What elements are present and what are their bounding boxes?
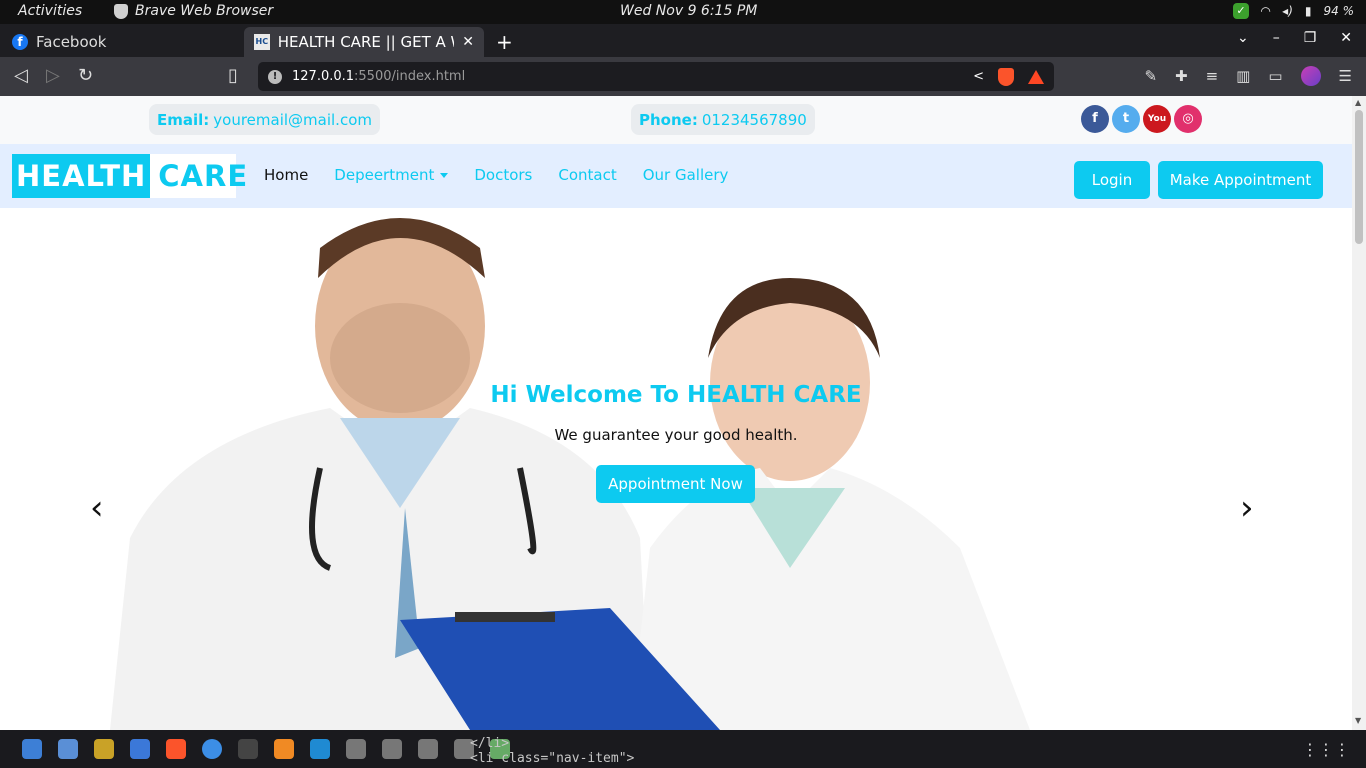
nav-department-label: Depeertment <box>334 166 435 184</box>
health-care-favicon-icon: HC <box>254 34 270 50</box>
app-name: Brave Web Browser <box>135 3 274 19</box>
forward-icon[interactable]: ▷ <box>46 65 60 86</box>
help-app-icon[interactable] <box>202 739 222 759</box>
background-code-snippet: </li> <li class="nav-item"> <box>470 736 634 766</box>
folder-icon[interactable] <box>58 739 78 759</box>
clock[interactable]: Wed Nov 9 6:15 PM <box>620 3 757 19</box>
system-tray[interactable]: ✓ ◠ ◂) ▮ 94 % <box>1232 3 1355 19</box>
phone-label: Phone: <box>639 110 698 129</box>
tab-facebook[interactable]: f Facebook <box>2 27 240 57</box>
twitter-icon[interactable]: t <box>1112 105 1140 133</box>
toolbar-icons: ✎ ✚ ≡ ▥ ▭ ☰ <box>1144 66 1352 86</box>
close-window-icon[interactable]: ✕ <box>1340 30 1352 46</box>
code-line-1: </li> <box>470 736 510 751</box>
disk-icon-2[interactable] <box>382 739 402 759</box>
nav-department-dropdown[interactable]: Depeertment <box>334 166 449 184</box>
tab-title: HEALTH CARE || GET A WO <box>277 33 455 51</box>
site-logo[interactable]: HEALTH CARE <box>12 154 247 198</box>
hero-carousel: Hi Welcome To HEALTH CARE We guarantee y… <box>0 208 1352 730</box>
battery-icon: ▮ <box>1304 4 1312 18</box>
pen-extension-icon[interactable]: ✎ <box>1144 67 1157 85</box>
nav-contact[interactable]: Contact <box>558 166 616 184</box>
volume-icon: ◂) <box>1282 4 1293 18</box>
social-links: f t You ◎ <box>1081 105 1202 133</box>
extension-badge-icon[interactable]: ✓ <box>1232 3 1249 19</box>
main-menu: Home Depeertment Doctors Contact Our Gal… <box>264 166 728 184</box>
code-line-2: <li class="nav-item"> <box>470 751 635 766</box>
window-controls: ⌄ – ❐ ✕ <box>1237 30 1352 46</box>
close-tab-icon[interactable]: ✕ <box>462 34 474 50</box>
media-icon[interactable]: ≡ <box>1206 67 1219 85</box>
nav-doctors[interactable]: Doctors <box>474 166 532 184</box>
bookmark-icon[interactable]: ▯ <box>228 65 238 86</box>
disk-icon-3[interactable] <box>418 739 438 759</box>
address-bar[interactable]: ! 127.0.0.1:5500/index.html < <box>258 62 1054 91</box>
maximize-icon[interactable]: ❐ <box>1304 30 1317 46</box>
site-navbar: HEALTH CARE Home Depeertment Doctors Con… <box>0 144 1352 208</box>
site-info-icon[interactable]: ! <box>268 69 282 84</box>
profile-avatar-icon[interactable] <box>1300 66 1321 86</box>
minimize-icon[interactable]: – <box>1273 30 1280 46</box>
email-pill: Email: youremail@mail.com <box>149 104 380 135</box>
document-app-icon[interactable] <box>130 739 150 759</box>
logo-part-care: CARE <box>158 159 249 193</box>
make-appointment-button[interactable]: Make Appointment <box>1158 161 1323 199</box>
login-button[interactable]: Login <box>1074 161 1150 199</box>
hero-title: Hi Welcome To HEALTH CARE <box>490 382 862 408</box>
phone-pill: Phone: 01234567890 <box>631 104 815 135</box>
scrollbar-thumb[interactable] <box>1355 110 1363 244</box>
files-app-icon[interactable] <box>22 739 42 759</box>
email-label: Email: <box>157 110 210 129</box>
contact-bar: Email: youremail@mail.com Phone: 0123456… <box>0 96 1352 144</box>
tab-strip: f Facebook HC HEALTH CARE || GET A WO ✕ … <box>0 24 1366 57</box>
scroll-down-icon[interactable]: ▼ <box>1355 716 1361 725</box>
browser-toolbar: ◁ ▷ ↻ ▯ ! 127.0.0.1:5500/index.html < ✎ … <box>0 57 1366 96</box>
battery-percent: 94 % <box>1323 4 1355 18</box>
show-apps-icon[interactable]: ⋮⋮⋮ <box>1302 740 1350 759</box>
carousel-prev-icon[interactable]: ‹ <box>90 488 104 528</box>
share-icon[interactable]: < <box>973 69 984 84</box>
page-scrollbar[interactable]: ▲ ▼ <box>1352 96 1366 730</box>
appointment-now-button[interactable]: Appointment Now <box>596 465 755 503</box>
system-top-bar: Activities Brave Web Browser Wed Nov 9 6… <box>0 0 1366 24</box>
tab-health-care[interactable]: HC HEALTH CARE || GET A WO ✕ <box>244 27 484 57</box>
activities-button[interactable]: Activities <box>18 3 82 19</box>
hero-subtitle: We guarantee your good health. <box>554 426 798 444</box>
brave-shield-icon <box>114 3 128 19</box>
instagram-icon[interactable]: ◎ <box>1174 105 1202 133</box>
carousel-next-icon[interactable]: › <box>1240 488 1254 528</box>
reload-icon[interactable]: ↻ <box>78 65 93 86</box>
youtube-icon[interactable]: You <box>1143 105 1171 133</box>
facebook-favicon-icon: f <box>12 34 28 50</box>
vlc-app-icon[interactable] <box>274 739 294 759</box>
email-value[interactable]: youremail@mail.com <box>213 111 372 129</box>
wallet-icon[interactable]: ▭ <box>1268 67 1282 85</box>
nav-home[interactable]: Home <box>264 166 308 184</box>
logo-part-health: HEALTH <box>12 154 151 198</box>
disk-app-icon[interactable] <box>94 739 114 759</box>
page-viewport: Email: youremail@mail.com Phone: 0123456… <box>0 96 1352 730</box>
disk-icon-1[interactable] <box>346 739 366 759</box>
tab-title: Facebook <box>36 33 107 51</box>
phone-value[interactable]: 01234567890 <box>702 111 807 129</box>
terminal-app-icon[interactable] <box>238 739 258 759</box>
back-icon[interactable]: ◁ <box>14 65 28 86</box>
new-tab-button[interactable]: + <box>496 30 513 54</box>
caret-down-icon <box>440 173 449 178</box>
menu-icon[interactable]: ☰ <box>1339 67 1352 85</box>
url-text[interactable]: 127.0.0.1:5500/index.html <box>292 69 465 84</box>
sidebar-icon[interactable]: ▥ <box>1236 67 1250 85</box>
tab-search-icon[interactable]: ⌄ <box>1237 30 1249 46</box>
wifi-icon: ◠ <box>1260 4 1271 18</box>
taskbar-dock: </li> <li class="nav-item"> ⋮⋮⋮ <box>0 730 1366 768</box>
nav-gallery[interactable]: Our Gallery <box>643 166 729 184</box>
vscode-app-icon[interactable] <box>310 739 330 759</box>
brave-shields-icon[interactable] <box>998 67 1014 86</box>
brave-app-icon[interactable] <box>166 739 186 759</box>
app-menu[interactable]: Brave Web Browser <box>114 3 273 19</box>
extensions-icon[interactable]: ✚ <box>1175 67 1188 85</box>
brave-rewards-icon[interactable] <box>1028 69 1044 84</box>
facebook-icon[interactable]: f <box>1081 105 1109 133</box>
scroll-up-icon[interactable]: ▲ <box>1355 98 1361 107</box>
